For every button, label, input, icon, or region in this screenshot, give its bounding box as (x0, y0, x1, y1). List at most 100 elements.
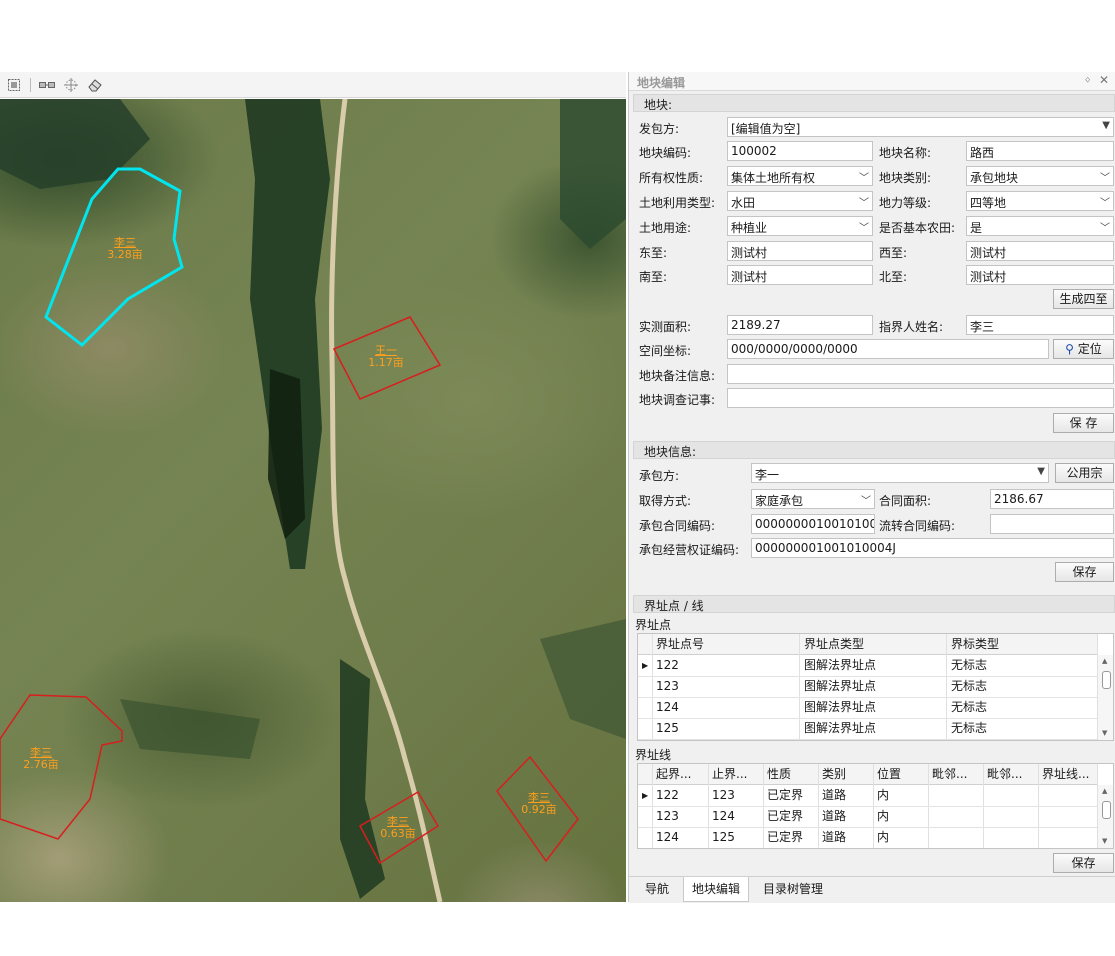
table-cell[interactable]: 124 (712, 806, 735, 827)
parcel-label[interactable]: 王一 1.17亩 (368, 345, 404, 369)
table-cell[interactable]: 图解法界址点 (804, 718, 876, 739)
soil-grade-select[interactable]: 四等地 ﹀ (966, 191, 1114, 211)
ownership-select[interactable]: 集体土地所有权 ﹀ (727, 166, 873, 186)
table-cell[interactable]: 图解法界址点 (804, 697, 876, 718)
column-header[interactable]: 性质 (767, 764, 791, 785)
measured-area-input[interactable]: 2189.27 (727, 315, 873, 335)
contractor-select[interactable]: 李一 ▼ (751, 463, 1049, 483)
contract-area-input[interactable]: 2186.67 (990, 489, 1114, 509)
parcel-label[interactable]: 李三 2.76亩 (23, 747, 59, 771)
parcel-note-input[interactable] (727, 364, 1114, 384)
dropdown-arrow-icon[interactable]: ▼ (1102, 120, 1110, 131)
close-icon[interactable]: ✕ (1099, 73, 1109, 87)
table-cell[interactable]: 无标志 (951, 718, 987, 739)
generate-boundary-button[interactable]: 生成四至 (1053, 289, 1114, 309)
dropdown-arrow-icon[interactable]: ▼ (1037, 466, 1045, 477)
chevron-down-icon[interactable]: ﹀ (1100, 194, 1110, 209)
vertical-scrollbar[interactable]: ▲ ▼ (1097, 655, 1113, 740)
table-cell[interactable]: 122 (656, 785, 679, 806)
contract-save-button[interactable]: 保存 (1055, 562, 1114, 582)
boundary-lines-table[interactable]: 起界... 止界... 性质 类别 位置 毗邻... 毗邻... 界址线... … (637, 763, 1114, 849)
tab-catalog-tree[interactable]: 目录树管理 (755, 877, 831, 901)
chevron-down-icon[interactable]: ﹀ (859, 169, 869, 184)
contract-code-input[interactable]: 000000001001010001 (751, 514, 875, 534)
chevron-down-icon[interactable]: ﹀ (859, 219, 869, 234)
tab-parcel-edit[interactable]: 地块编辑 (683, 877, 750, 902)
landuse-type-select[interactable]: 水田 ﹀ (727, 191, 873, 211)
table-cell[interactable]: 无标志 (951, 676, 987, 697)
fabaofang-select[interactable]: [编辑值为空] ▼ (727, 117, 1114, 137)
table-cell[interactable]: 道路 (822, 827, 846, 848)
table-cell[interactable]: 内 (877, 806, 889, 827)
table-cell[interactable]: 图解法界址点 (804, 655, 876, 676)
table-cell[interactable]: 无标志 (951, 697, 987, 718)
column-header[interactable]: 界址点号 (656, 634, 704, 655)
locate-button[interactable]: ⚲ 定位 (1053, 339, 1114, 359)
boundary-save-button[interactable]: 保存 (1053, 853, 1114, 873)
scroll-down-icon[interactable]: ▼ (1102, 729, 1107, 737)
vertical-scrollbar[interactable]: ▲ ▼ (1097, 785, 1113, 848)
survey-note-input[interactable] (727, 388, 1114, 408)
table-cell[interactable]: 已定界 (767, 785, 803, 806)
acquire-method-select[interactable]: 家庭承包 ﹀ (751, 489, 875, 509)
table-cell[interactable]: 123 (656, 806, 679, 827)
table-cell[interactable]: 124 (656, 697, 679, 718)
chevron-down-icon[interactable]: ﹀ (861, 492, 871, 507)
scroll-up-icon[interactable]: ▲ (1102, 657, 1107, 665)
scroll-down-icon[interactable]: ▼ (1102, 837, 1107, 845)
coordinate-input[interactable]: 000/0000/0000/0000 (727, 339, 1049, 359)
parcel-save-button[interactable]: 保 存 (1053, 413, 1114, 433)
table-cell[interactable]: 124 (656, 827, 679, 848)
scroll-thumb[interactable] (1102, 671, 1111, 689)
boundary-points-table[interactable]: 界址点号 界址点类型 界标类型 ▶ 122 图解法界址点 无标志 123 图解法… (637, 633, 1114, 741)
identify-icon[interactable] (63, 77, 79, 93)
pin-icon[interactable]: ᛜ (1084, 74, 1091, 87)
table-cell[interactable]: 内 (877, 827, 889, 848)
table-cell[interactable]: 内 (877, 785, 889, 806)
column-header[interactable]: 位置 (877, 764, 901, 785)
parcel-name-input[interactable]: 路西 (966, 141, 1114, 161)
north-input[interactable]: 测试村 (966, 265, 1114, 285)
table-cell[interactable]: 道路 (822, 806, 846, 827)
column-header[interactable]: 类别 (822, 764, 846, 785)
scroll-up-icon[interactable]: ▲ (1102, 787, 1107, 795)
basic-farmland-select[interactable]: 是 ﹀ (966, 216, 1114, 236)
chevron-down-icon[interactable]: ﹀ (1100, 169, 1110, 184)
table-cell[interactable]: 道路 (822, 785, 846, 806)
table-cell[interactable]: 无标志 (951, 655, 987, 676)
table-cell[interactable]: 已定界 (767, 827, 803, 848)
cert-code-input[interactable]: 000000001001010004J (751, 538, 1114, 558)
table-cell[interactable]: 已定界 (767, 806, 803, 827)
table-cell[interactable]: 122 (656, 655, 679, 676)
table-cell[interactable]: 125 (712, 827, 735, 848)
column-header[interactable]: 界址点类型 (804, 634, 864, 655)
column-header[interactable]: 界址线... (1042, 764, 1089, 785)
west-input[interactable]: 测试村 (966, 241, 1114, 261)
parcel-label[interactable]: 李三 0.92亩 (521, 792, 557, 816)
column-header[interactable]: 止界... (712, 764, 747, 785)
parcel-code-input[interactable]: 100002 (727, 141, 873, 161)
table-cell[interactable]: 125 (656, 718, 679, 739)
east-input[interactable]: 测试村 (727, 241, 873, 261)
tab-navigation[interactable]: 导航 (637, 877, 677, 901)
land-usage-select[interactable]: 种植业 ﹀ (727, 216, 873, 236)
parcel-type-select[interactable]: 承包地块 ﹀ (966, 166, 1114, 186)
scroll-thumb[interactable] (1102, 801, 1111, 819)
column-header[interactable]: 毗邻... (987, 764, 1022, 785)
column-header[interactable]: 起界... (656, 764, 691, 785)
public-parcel-button[interactable]: 公用宗 (1055, 463, 1114, 483)
eraser-icon[interactable] (87, 77, 103, 93)
satellite-map[interactable]: 李三 3.28亩 王一 1.17亩 李三 2.76亩 李三 0.63亩 李三 0… (0, 99, 626, 902)
chevron-down-icon[interactable]: ﹀ (1100, 219, 1110, 234)
table-cell[interactable]: 图解法界址点 (804, 676, 876, 697)
column-header[interactable]: 界标类型 (951, 634, 999, 655)
parcel-label[interactable]: 李三 3.28亩 (107, 237, 143, 261)
column-header[interactable]: 毗邻... (932, 764, 967, 785)
measure-icon[interactable] (39, 77, 55, 93)
select-icon[interactable] (6, 77, 22, 93)
table-cell[interactable]: 123 (656, 676, 679, 697)
south-input[interactable]: 测试村 (727, 265, 873, 285)
table-cell[interactable]: 123 (712, 785, 735, 806)
transfer-code-input[interactable] (990, 514, 1114, 534)
pointer-name-input[interactable]: 李三 (966, 315, 1114, 335)
